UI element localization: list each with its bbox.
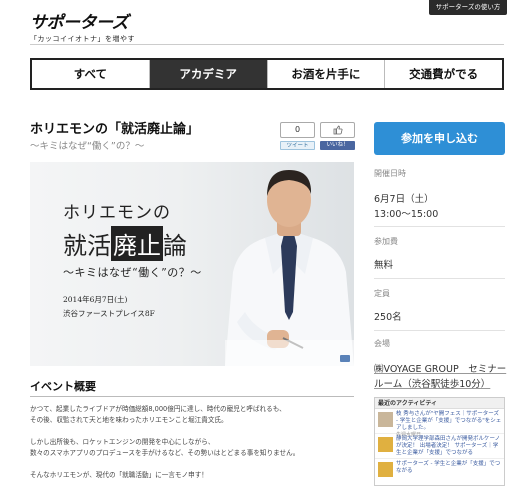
activity-feed: 最近のアクティビティ 枝 秀与さんが"ヤ開フェス｜サポーターズ - 学生と企業が… [374,397,505,486]
category-nav: すべて アカデミア お酒を片手に 交通費がでる [30,58,504,90]
howto-link[interactable]: サポーターズの使い方 [429,0,507,15]
info-divider [374,226,505,227]
logo-text: サポーターズ [30,13,129,33]
overview-line-1: かつて、起業したライブドアが時価総額8,000億円に達し、時代の寵児と呼ばれるも… [30,405,286,413]
hero-place: 渋谷ファーストプレイス8F [63,309,155,318]
event-hero-image: ホリエモンの 就活廃止論 〜キミはなぜ“働く”の？〜 2014年6月7日(土) … [30,162,354,366]
tab-all[interactable]: すべて [32,60,150,88]
activity-text: 静岡大学理学部森田さんが開発ボルケーノが決定！ 出場者決定！ サポーターズ｜学生… [396,436,502,457]
hero-date: 2014年6月7日(土) [63,295,128,304]
activity-text-body: サポーターズ - 学生と企業が「支援」でつながる [396,461,501,474]
overview-heading: イベント概要 [30,380,96,393]
logo-tagline: 「カッコイイオトナ」を増やす [30,35,135,43]
hero-line2-part1: 就活 [63,232,111,260]
activity-item[interactable]: 枝 秀与さんが"ヤ開フェス｜サポーターズ - 学生と企業が「支援」でつながる"を… [375,409,504,438]
time-value: 13:00〜15:00 [374,209,439,220]
hero-line1: ホリエモンの [63,203,171,223]
avatar [378,437,393,452]
site-header: サポーターズ 「カッコイイオトナ」を増やす サポーターズの使い方 [0,0,530,48]
activity-text-body: 枝 秀与さんが"ヤ開フェス｜サポーターズ - 学生と企業が「支援」でつながる"を… [396,411,502,431]
thumbs-up-icon [333,125,342,135]
speaker-photo [225,170,354,366]
activity-text-body: 静岡大学理学部森田さんが開発ボルケーノが決定！ 出場者決定！ サポーターズ｜学生… [396,436,501,456]
activity-item[interactable]: 静岡大学理学部森田さんが開発ボルケーノが決定！ 出場者決定！ サポーターズ｜学生… [375,434,504,459]
zoom-icon[interactable] [340,355,350,362]
avatar [378,412,393,427]
header-divider [30,44,504,45]
like-count [320,122,355,138]
like-widget: いいね！ [320,122,355,150]
overview-divider [30,396,354,397]
overview-line-2: その後、収監されて天と地を味わったホリエモンこと堀江貴文氏。 [30,416,228,424]
hero-line3: 〜キミはなぜ“働く”の？〜 [63,266,202,279]
hero-line2-boxed: 廃止 [111,226,163,261]
activity-text: サポーターズ - 学生と企業が「支援」でつながる [396,461,502,475]
tweet-widget: 0 ツイート [280,122,315,150]
overview-line-3: しかし出所後も、ロケットエンジンの開発を中心にしながら、 [30,438,215,446]
capacity-label: 定員 [374,289,390,298]
info-divider [374,278,505,279]
info-divider [374,330,505,331]
date-label: 開催日時 [374,169,406,178]
fee-label: 参加費 [374,237,398,246]
avatar [378,462,393,477]
hero-line2-part3: 論 [163,232,187,260]
tweet-count: 0 [280,122,315,138]
activity-item[interactable]: サポーターズ - 学生と企業が「支援」でつながる [375,459,504,484]
hero-line2: 就活廃止論 [63,226,187,261]
event-subtitle: 〜キミはなぜ“働く”の？〜 [30,141,145,152]
venue-link[interactable]: ㈱VOYAGE GROUP セミナールーム（渋谷駅徒歩10分） [374,362,510,392]
fee-value: 無料 [374,260,394,271]
activity-title: 最近のアクティビティ [375,398,504,409]
site-logo[interactable]: サポーターズ 「カッコイイオトナ」を増やす [30,8,135,44]
tab-academia[interactable]: アカデミア [149,60,268,88]
capacity-value: 250名 [374,312,402,323]
overview-line-4: 数々のスマホアプリのプロデュースを手がけるなど、その勢いはとどまる事を知りません… [30,449,300,457]
date-value: 6月7日（土） [374,194,434,205]
tab-drinks[interactable]: お酒を片手に [267,60,386,88]
apply-button[interactable]: 参加を申し込む [374,122,505,155]
tweet-button[interactable]: ツイート [280,141,315,150]
venue-label: 会場 [374,339,390,348]
event-title: ホリエモンの「就活廃止論」 [30,122,200,137]
like-button[interactable]: いいね！ [320,141,355,150]
overview-line-5: そんなホリエモンが、現代の「就職活動」に一言モノ申す！ [30,471,208,479]
tab-travel-expenses[interactable]: 交通費がでる [385,60,502,88]
